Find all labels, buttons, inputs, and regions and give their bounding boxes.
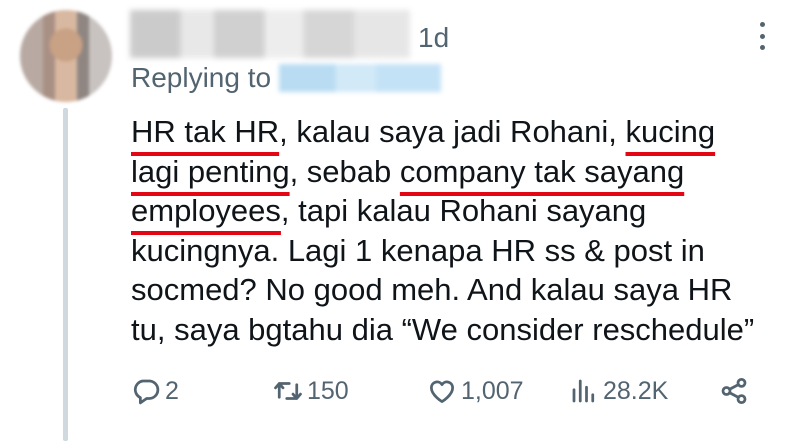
tweet-line: HR tak HR, kalau saya jadi Rohani, kucin…: [131, 112, 791, 152]
tweet-line: kucingnya. Lagi 1 kenapa HR ss & post in: [131, 232, 705, 268]
underlined-phrase: employees: [131, 193, 281, 228]
underlined-phrase: lagi penting: [131, 153, 290, 189]
text-segment: , sebab: [289, 153, 400, 189]
retweet-icon: [274, 382, 302, 400]
share-icon: [721, 378, 747, 404]
retweet-count: 150: [307, 376, 349, 405]
reply-count: 2: [165, 376, 179, 405]
action-bar: 2 150 1,007 28.2K: [131, 376, 761, 416]
retweet-button[interactable]: 150: [273, 376, 349, 406]
tweet-line: tu, saya bgtahu dia “We consider resched…: [131, 311, 755, 347]
dot: [759, 33, 765, 39]
timestamp[interactable]: 1d: [418, 22, 449, 54]
share-button[interactable]: [719, 376, 749, 406]
like-button[interactable]: 1,007: [427, 376, 524, 406]
views-count: 28.2K: [603, 376, 669, 405]
dot: [759, 22, 765, 27]
views-button[interactable]: 28.2K: [569, 376, 668, 406]
author-name-redacted[interactable]: [130, 10, 410, 58]
reply-button[interactable]: 2: [131, 376, 179, 406]
replying-to: Replying to: [131, 62, 442, 94]
views-icon: [572, 379, 595, 403]
more-options-icon[interactable]: [758, 22, 766, 50]
avatar[interactable]: [20, 10, 112, 102]
like-icon: [430, 380, 454, 403]
replying-label: Replying to: [131, 62, 272, 93]
tweet-line: lagi penting, sebab company tak sayang: [131, 152, 791, 192]
tweet-line: employees, tapi kalau Rohani sayang: [131, 191, 791, 231]
tweet-line: socmed? No good meh. And kalau saya HR: [131, 272, 733, 307]
thread-line: [63, 108, 68, 441]
reply-icon: [133, 379, 160, 405]
underlined-phrase: company tak sayang: [399, 153, 685, 189]
text-segment: , kalau saya jadi Rohani,: [279, 114, 626, 149]
text-segment: , tapi kalau Rohani sayang: [280, 193, 647, 228]
underlined-phrase: kucing: [625, 114, 716, 149]
underlined-phrase: HR tak HR: [131, 114, 280, 149]
like-count: 1,007: [461, 376, 524, 405]
dot: [759, 45, 765, 50]
tweet-text: HR tak HR, kalau saya jadi Rohani, kucin…: [131, 112, 791, 349]
replied-handle-redacted[interactable]: [279, 64, 442, 92]
